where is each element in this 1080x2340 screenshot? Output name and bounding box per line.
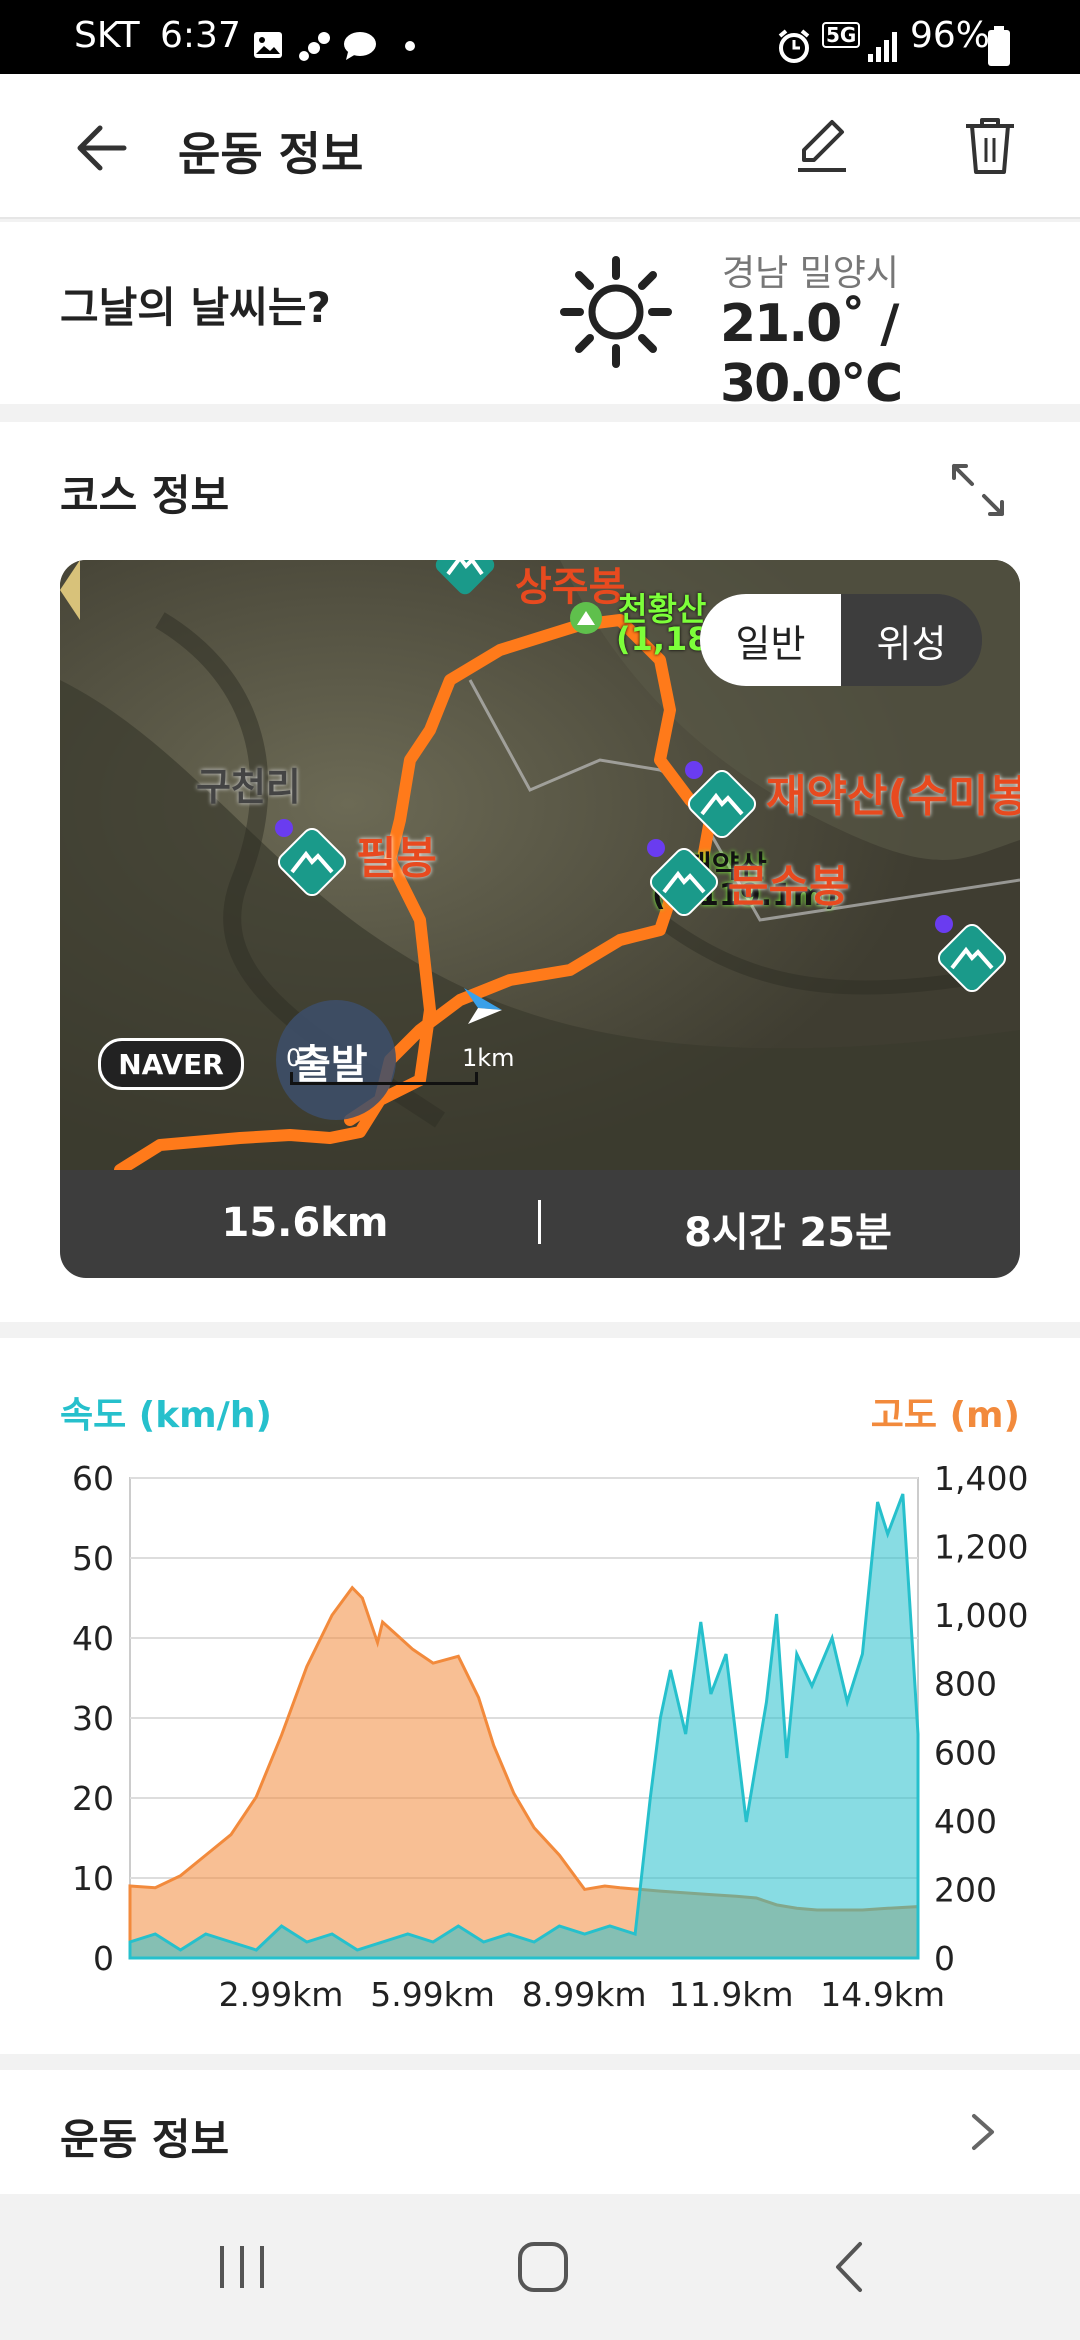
naver-logo: NAVER bbox=[98, 1038, 244, 1090]
direction-arrow-icon bbox=[464, 988, 502, 1024]
weather-location: 경남 밀양시 bbox=[722, 253, 900, 294]
carrier-label: SKT bbox=[74, 15, 140, 56]
altitude-tick-label: 0 bbox=[934, 1939, 955, 1978]
peak-marker-icon bbox=[649, 847, 719, 917]
summit-icon bbox=[570, 602, 602, 634]
x-tick-label: 2.99km bbox=[219, 1975, 344, 2014]
app-header: 운동 정보 bbox=[0, 74, 1080, 219]
page-title: 운동 정보 bbox=[178, 127, 364, 181]
notification-dot-icon bbox=[405, 41, 415, 51]
altitude-tick-label: 1,200 bbox=[934, 1528, 1028, 1567]
map-scale-bar bbox=[290, 1072, 478, 1085]
status-bar: SKT 6:37 5G 96% bbox=[0, 0, 1080, 74]
altitude-tick-label: 800 bbox=[934, 1665, 997, 1704]
shoe-icon bbox=[299, 32, 330, 61]
summary-divider bbox=[538, 1200, 541, 1244]
expand-icon[interactable] bbox=[948, 460, 1008, 520]
weather-question: 그날의 날씨는? bbox=[60, 283, 331, 332]
edit-icon[interactable] bbox=[792, 114, 852, 178]
speed-altitude-chart: 60 50 40 30 20 10 0 1,400 1,200 1,000 800 600 400 200… bbox=[72, 1459, 1028, 2014]
map-scale-start: 0 bbox=[286, 1044, 302, 1072]
map-label-guchheon: 구천리 bbox=[196, 765, 301, 809]
speed-tick-label: 60 bbox=[72, 1459, 114, 1498]
network-type: 5G bbox=[822, 22, 861, 48]
exercise-info-row[interactable]: 운동 정보 bbox=[0, 2070, 1080, 2194]
peak-marker-icon bbox=[435, 560, 495, 595]
chart-card: 속도 (km/h) 고도 (m) 60 50 40 30 20 10 0 1,400 1,200… bbox=[0, 1338, 1080, 2054]
map-type-toggle[interactable]: 일반 위성 bbox=[700, 594, 982, 686]
alarm-icon bbox=[778, 29, 810, 63]
clock: 6:37 bbox=[160, 15, 241, 56]
speed-tick-label: 30 bbox=[72, 1699, 114, 1738]
weather-card: 그날의 날씨는? 경남 밀양시 21.0˚ / 30.0℃ bbox=[0, 222, 1080, 414]
weather-temperature: 21.0˚ / 30.0℃ bbox=[720, 294, 903, 414]
chat-icon bbox=[344, 32, 376, 60]
course-duration: 8시간 25분 bbox=[684, 1210, 892, 1256]
altitude-tick-label: 1,000 bbox=[934, 1596, 1028, 1635]
x-tick-label: 8.99km bbox=[522, 1975, 647, 2014]
map-toggle-normal[interactable]: 일반 bbox=[700, 594, 841, 686]
x-tick-label: 11.9km bbox=[669, 1975, 794, 2014]
x-tick-label: 14.9km bbox=[820, 1975, 945, 2014]
course-distance: 15.6km bbox=[221, 1200, 389, 1246]
exercise-section-title: 운동 정보 bbox=[60, 2115, 230, 2164]
altitude-tick-label: 1,400 bbox=[934, 1459, 1028, 1498]
map-label-pilbong: 필봉 bbox=[356, 833, 437, 884]
speed-tick-label: 0 bbox=[93, 1939, 114, 1978]
chevron-right-icon[interactable] bbox=[966, 2110, 1000, 2154]
map-label-jaeyak-sumi: 재약산(수미봉 bbox=[766, 771, 1020, 822]
system-nav-bar bbox=[0, 2194, 1080, 2340]
home-icon[interactable] bbox=[516, 2240, 570, 2294]
x-tick-label: 5.99km bbox=[370, 1975, 495, 2014]
altitude-tick-label: 200 bbox=[934, 1870, 997, 1909]
map-label-munsu: 문수봉 bbox=[728, 861, 850, 912]
battery-icon bbox=[988, 26, 1010, 66]
altitude-tick-label: 600 bbox=[934, 1733, 997, 1772]
peak-marker-icon bbox=[937, 923, 1007, 993]
speed-tick-label: 40 bbox=[72, 1619, 114, 1658]
speed-tick-label: 10 bbox=[72, 1859, 114, 1898]
speed-tick-label: 20 bbox=[72, 1779, 114, 1818]
speed-tick-label: 50 bbox=[72, 1539, 114, 1578]
back-nav-icon[interactable] bbox=[830, 2238, 870, 2296]
recent-apps-icon[interactable] bbox=[212, 2242, 272, 2292]
sun-icon bbox=[560, 256, 672, 368]
back-arrow-icon[interactable] bbox=[72, 118, 132, 178]
peak-marker-icon bbox=[687, 769, 757, 839]
signal-icon bbox=[868, 32, 897, 62]
map-toggle-satellite[interactable]: 위성 bbox=[841, 594, 982, 686]
map-scale-end: 1km bbox=[462, 1044, 515, 1072]
battery-percent: 96% bbox=[910, 15, 991, 56]
course-summary-bar: 15.6km 8시간 25분 bbox=[60, 1170, 1020, 1278]
delete-icon[interactable] bbox=[958, 114, 1022, 178]
gallery-icon bbox=[254, 32, 282, 58]
peak-marker-icon bbox=[277, 827, 347, 897]
course-section-title: 코스 정보 bbox=[60, 471, 230, 520]
course-map[interactable]: 상주봉 천황산 (1,189 일반 위성 구천리 필봉 재약산(수미봉 재약산 … bbox=[60, 560, 1020, 1170]
altitude-tick-label: 400 bbox=[934, 1802, 997, 1841]
